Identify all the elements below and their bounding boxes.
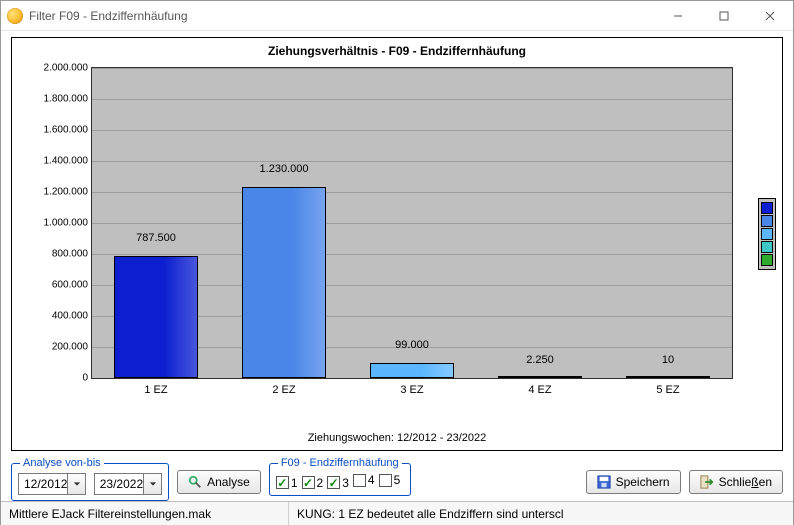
- status-left: Mittlere EJack Filtereinstellungen.mak: [1, 502, 289, 525]
- y-tick-label: 0: [34, 373, 88, 384]
- checkbox-label: 5: [394, 473, 401, 487]
- bar: [626, 376, 710, 378]
- chart-frame: Ziehungsverhältnis - F09 - Endziffernhäu…: [11, 37, 783, 451]
- gridline: [92, 68, 732, 69]
- checkbox-label: 1: [291, 476, 298, 490]
- filter-checkbox-3[interactable]: 3: [327, 476, 349, 490]
- x-tick-label: 3 EZ: [400, 384, 423, 396]
- x-tick-label: 1 EZ: [144, 384, 167, 396]
- filter-group: F09 - Endziffernhäufung 1 2 3 4 5: [269, 457, 411, 496]
- bar-value-label: 99.000: [352, 339, 472, 351]
- checkbox-box: [276, 476, 289, 489]
- checkbox-box: [379, 474, 392, 487]
- filter-checkbox-5[interactable]: 5: [379, 473, 401, 487]
- checkbox-box: [327, 476, 340, 489]
- maximize-button[interactable]: [701, 1, 747, 31]
- checkbox-box: [302, 476, 315, 489]
- window-title: Filter F09 - Endziffernhäufung: [29, 9, 188, 23]
- checkbox-box: [353, 474, 366, 487]
- statusbar: Mittlere EJack Filtereinstellungen.mak K…: [1, 501, 793, 525]
- analyse-button[interactable]: Analyse: [177, 470, 261, 494]
- bar-value-label: 10: [608, 354, 728, 366]
- legend-swatch: [761, 202, 773, 214]
- gridline: [92, 161, 732, 162]
- bar-value-label: 2.250: [480, 354, 600, 366]
- gridline: [92, 192, 732, 193]
- close-button-label: Schließen: [719, 475, 772, 489]
- app-icon: [7, 8, 23, 24]
- analyse-range-label: Analyse von-bis: [20, 457, 104, 469]
- save-button[interactable]: Speichern: [586, 470, 681, 494]
- content-area: Ziehungsverhältnis - F09 - Endziffernhäu…: [1, 31, 793, 455]
- close-window-button[interactable]: [747, 1, 793, 31]
- y-tick-label: 1.000.000: [34, 218, 88, 229]
- gridline: [92, 254, 732, 255]
- filter-checkbox-1[interactable]: 1: [276, 476, 298, 490]
- floppy-icon: [597, 475, 611, 489]
- gridline: [92, 99, 732, 100]
- gridline: [92, 130, 732, 131]
- y-axis-labels: 0200.000400.000600.000800.0001.000.0001.…: [34, 68, 88, 378]
- y-tick-label: 1.600.000: [34, 125, 88, 136]
- checkbox-label: 3: [342, 476, 349, 490]
- filter-checkbox-4[interactable]: 4: [353, 473, 375, 487]
- gridline: [92, 223, 732, 224]
- bar-value-label: 787.500: [96, 232, 216, 244]
- y-tick-label: 1.400.000: [34, 156, 88, 167]
- y-tick-label: 400.000: [34, 311, 88, 322]
- controls-row: Analyse von-bis 12/2012 23/2022 Analyse …: [1, 455, 793, 501]
- dropdown-icon: [67, 474, 85, 494]
- legend-swatch: [761, 241, 773, 253]
- bar-value-label: 1.230.000: [224, 163, 344, 175]
- bar: [498, 376, 582, 378]
- legend-swatch: [761, 228, 773, 240]
- filter-checkbox-2[interactable]: 2: [302, 476, 324, 490]
- filter-group-label: F09 - Endziffernhäufung: [278, 457, 402, 469]
- x-tick-label: 4 EZ: [528, 384, 551, 396]
- to-week-value: 23/2022: [100, 477, 143, 491]
- checkbox-label: 2: [317, 476, 324, 490]
- status-right: KUNG: 1 EZ bedeutet alle Endziffern sind…: [289, 502, 793, 525]
- y-tick-label: 200.000: [34, 342, 88, 353]
- y-tick-label: 1.800.000: [34, 94, 88, 105]
- bar: [370, 363, 454, 378]
- titlebar: Filter F09 - Endziffernhäufung: [1, 1, 793, 31]
- x-axis-subtitle: Ziehungswochen: 12/2012 - 23/2022: [12, 432, 782, 444]
- minimize-button[interactable]: [655, 1, 701, 31]
- analyse-range-group: Analyse von-bis 12/2012 23/2022: [11, 457, 169, 501]
- legend-swatch: [761, 254, 773, 266]
- magnifier-icon: [188, 475, 202, 489]
- y-tick-label: 2.000.000: [34, 63, 88, 74]
- from-week-value: 12/2012: [24, 477, 67, 491]
- y-tick-label: 1.200.000: [34, 187, 88, 198]
- chart-title: Ziehungsverhältnis - F09 - Endziffernhäu…: [12, 38, 782, 62]
- to-week-combo[interactable]: 23/2022: [94, 473, 162, 495]
- close-button[interactable]: Schließen: [689, 470, 783, 494]
- y-tick-label: 600.000: [34, 280, 88, 291]
- from-week-combo[interactable]: 12/2012: [18, 473, 86, 495]
- bar: [114, 256, 198, 378]
- exit-icon: [700, 475, 714, 489]
- dropdown-icon: [143, 474, 161, 494]
- legend-swatch: [761, 215, 773, 227]
- legend: [758, 198, 776, 270]
- plot-area: 787.500 1.230.000 99.000 2.250 10: [92, 68, 732, 378]
- y-tick-label: 800.000: [34, 249, 88, 260]
- plot-wrap: 0 200.000 400.000 600.000 800.000 1.000.000 1.…: [34, 68, 732, 404]
- x-tick-label: 2 EZ: [272, 384, 295, 396]
- checkbox-label: 4: [368, 473, 375, 487]
- save-button-label: Speichern: [616, 475, 670, 489]
- analyse-button-label: Analyse: [207, 475, 250, 489]
- x-axis-labels: 1 EZ 2 EZ 3 EZ 4 EZ 5 EZ: [92, 382, 732, 404]
- x-tick-label: 5 EZ: [656, 384, 679, 396]
- bar: [242, 187, 326, 378]
